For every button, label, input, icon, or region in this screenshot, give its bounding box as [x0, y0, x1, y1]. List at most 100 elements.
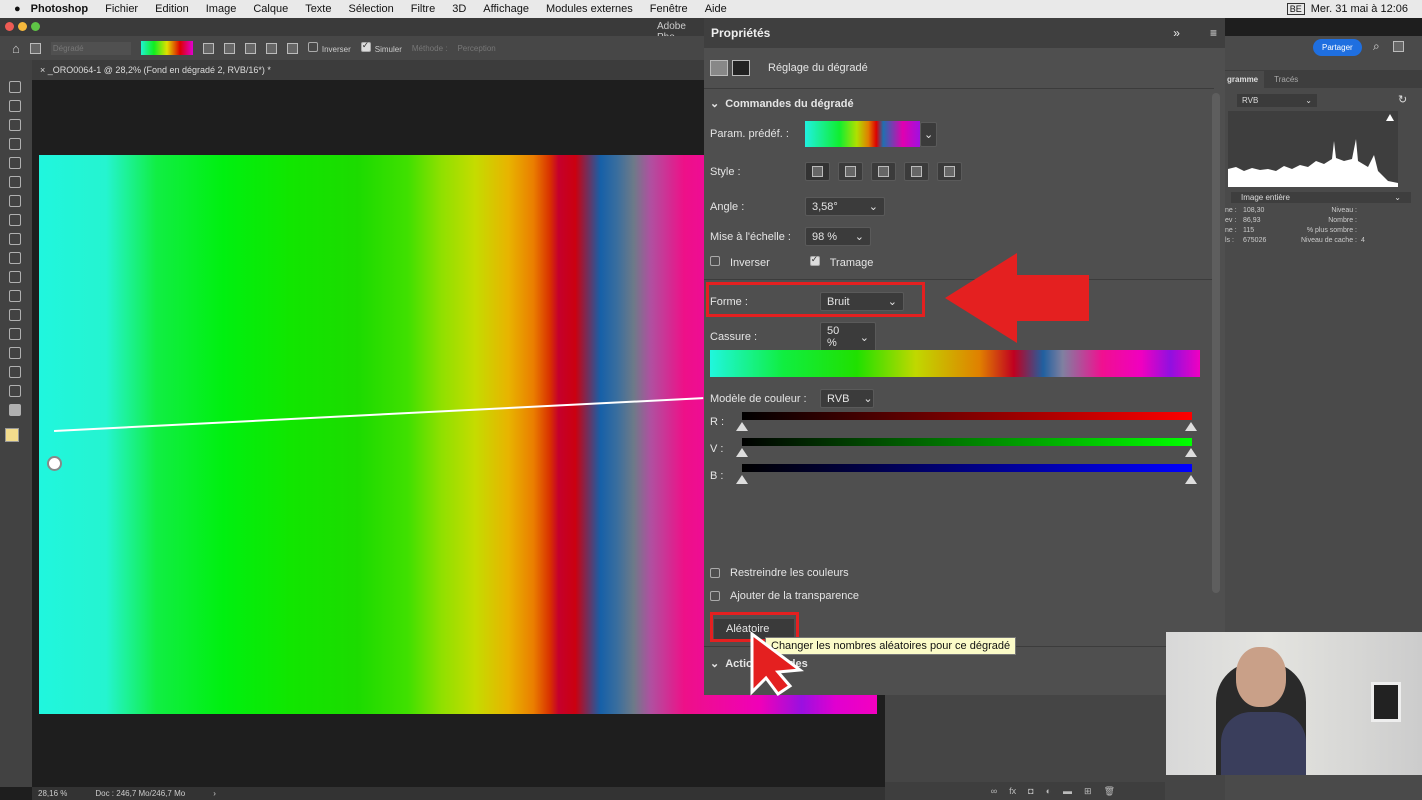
preset-gradient-swatch[interactable]: [805, 121, 920, 147]
trash-icon[interactable]: 🗑: [1104, 786, 1115, 797]
move-tool-icon[interactable]: [9, 81, 21, 93]
hand-tool-icon[interactable]: [9, 366, 21, 378]
apple-icon[interactable]: ●: [14, 3, 21, 15]
zoom-level[interactable]: 28,16 %: [38, 789, 67, 798]
adjustment-layer-icon[interactable]: ◐: [1046, 786, 1051, 796]
gradient-swatch[interactable]: [140, 41, 193, 55]
history-brush-tool-icon[interactable]: [9, 233, 21, 245]
lasso-tool-icon[interactable]: [9, 119, 21, 131]
histogram-channel-select[interactable]: RVB ⌄: [1237, 94, 1317, 107]
new-layer-icon[interactable]: ⊞: [1084, 786, 1092, 797]
zoom-window-button[interactable]: [31, 22, 40, 31]
collapse-panel-icon[interactable]: »: [1173, 26, 1180, 40]
menu-3d[interactable]: 3D: [452, 3, 466, 15]
panel-menu-icon[interactable]: ≡: [1210, 26, 1217, 40]
diamond-style-icon[interactable]: [286, 42, 298, 54]
v-max-stop[interactable]: [1185, 448, 1197, 457]
menu-affichage[interactable]: Affichage: [483, 3, 529, 15]
histogram-source-select[interactable]: Image entière ⌄: [1231, 192, 1411, 203]
add-transparency-checkbox[interactable]: Ajouter de la transparence: [710, 590, 859, 602]
refresh-icon[interactable]: ↻: [1398, 93, 1407, 106]
preset-dropdown-icon[interactable]: ⌄: [920, 121, 938, 147]
menu-calque[interactable]: Calque: [253, 3, 288, 15]
brush-tool-icon[interactable]: [9, 195, 21, 207]
properties-scrollbar[interactable]: [1212, 93, 1220, 593]
bucket-tool-icon[interactable]: [9, 271, 21, 283]
angle-style-icon[interactable]: [244, 42, 256, 54]
menubar-clock[interactable]: Mer. 31 mai à 12:06: [1311, 3, 1408, 15]
r-min-stop[interactable]: [736, 422, 748, 431]
restrict-colors-checkbox[interactable]: Restreindre les couleurs: [710, 567, 849, 579]
mask-add-icon[interactable]: ◘: [1028, 786, 1033, 796]
fx-icon[interactable]: fx: [1009, 786, 1016, 796]
menu-fichier[interactable]: Fichier: [105, 3, 138, 15]
v-min-stop[interactable]: [736, 448, 748, 457]
close-window-button[interactable]: [5, 22, 14, 31]
radial-style-button[interactable]: [838, 162, 863, 181]
menu-texte[interactable]: Texte: [305, 3, 331, 15]
link-icon[interactable]: ∞: [991, 786, 997, 796]
simuler-checkbox[interactable]: Simuler: [360, 40, 402, 54]
search-icon[interactable]: ⌕: [1373, 39, 1380, 54]
eraser-tool-icon[interactable]: [9, 252, 21, 264]
menu-modules[interactable]: Modules externes: [546, 3, 633, 15]
inverser-checkbox[interactable]: Inverser: [307, 42, 351, 54]
diamond-style-button[interactable]: [937, 162, 962, 181]
document-tab[interactable]: × _ORO0064-1 @ 28,2% (Fond en dégradé 2,…: [32, 60, 704, 80]
reflected-style-button[interactable]: [904, 162, 929, 181]
shape-tool-icon[interactable]: [9, 347, 21, 359]
tab-histogramme[interactable]: gramme: [1225, 70, 1265, 88]
tramage-checkbox[interactable]: Tramage: [809, 254, 873, 269]
angle-input[interactable]: 3,58° ⌄: [805, 197, 885, 216]
r-max-stop[interactable]: [1185, 422, 1197, 431]
pen-tool-icon[interactable]: [9, 309, 21, 321]
menu-aide[interactable]: Aide: [705, 3, 727, 15]
reflected-style-icon[interactable]: [265, 42, 277, 54]
channel-v-slider[interactable]: [742, 438, 1192, 446]
keyboard-layout[interactable]: BE: [1286, 3, 1305, 15]
select-tool-icon[interactable]: [9, 138, 21, 150]
b-min-stop[interactable]: [736, 475, 748, 484]
linear-style-button[interactable]: [805, 162, 830, 181]
close-tab-icon[interactable]: ×: [40, 65, 48, 75]
inverser-checkbox-props[interactable]: Inverser: [710, 256, 770, 269]
marquee-tool-icon[interactable]: [9, 100, 21, 112]
foreground-color-swatch[interactable]: [5, 428, 19, 442]
menu-app[interactable]: Photoshop: [31, 3, 88, 15]
menu-selection[interactable]: Sélection: [348, 3, 393, 15]
preset-select[interactable]: Dégradé: [50, 41, 131, 55]
gradient-tool-preset-icon[interactable]: [29, 42, 41, 54]
color-model-select[interactable]: RVB ⌄: [820, 389, 874, 408]
channel-r-slider[interactable]: [742, 412, 1192, 420]
scale-input[interactable]: 98 % ⌄: [805, 227, 871, 246]
workspace-icon[interactable]: [1393, 41, 1404, 52]
status-chevron-icon[interactable]: ›: [213, 789, 216, 798]
channel-b-slider[interactable]: [742, 464, 1192, 472]
text-tool-icon[interactable]: [9, 290, 21, 302]
linear-style-icon[interactable]: [202, 42, 214, 54]
radial-style-icon[interactable]: [223, 42, 235, 54]
eyedropper-tool-icon[interactable]: [9, 176, 21, 188]
home-icon[interactable]: ⌂: [12, 41, 20, 56]
cassure-input[interactable]: 50 % ⌄: [820, 322, 876, 352]
style-label: Style :: [710, 165, 741, 178]
menu-fenetre[interactable]: Fenêtre: [650, 3, 688, 15]
gradient-start-handle[interactable]: [47, 456, 62, 471]
method-select[interactable]: Perception: [457, 44, 495, 53]
zoom-tool-icon[interactable]: [9, 385, 21, 397]
menu-edition[interactable]: Edition: [155, 3, 189, 15]
crop-tool-icon[interactable]: [9, 157, 21, 169]
angle-style-button[interactable]: [871, 162, 896, 181]
section-gradient-controls[interactable]: ⌄ Commandes du dégradé: [710, 97, 854, 111]
menu-image[interactable]: Image: [206, 3, 237, 15]
path-select-tool-icon[interactable]: [9, 328, 21, 340]
gradient-tool-icon[interactable]: [9, 404, 21, 416]
menu-filtre[interactable]: Filtre: [411, 3, 435, 15]
mask-icon[interactable]: [732, 60, 750, 76]
share-button[interactable]: Partager: [1313, 39, 1362, 56]
folder-icon[interactable]: ▬: [1063, 786, 1072, 796]
b-max-stop[interactable]: [1185, 475, 1197, 484]
stamp-tool-icon[interactable]: [9, 214, 21, 226]
tab-traces[interactable]: Tracés: [1264, 75, 1298, 84]
minimize-window-button[interactable]: [18, 22, 27, 31]
